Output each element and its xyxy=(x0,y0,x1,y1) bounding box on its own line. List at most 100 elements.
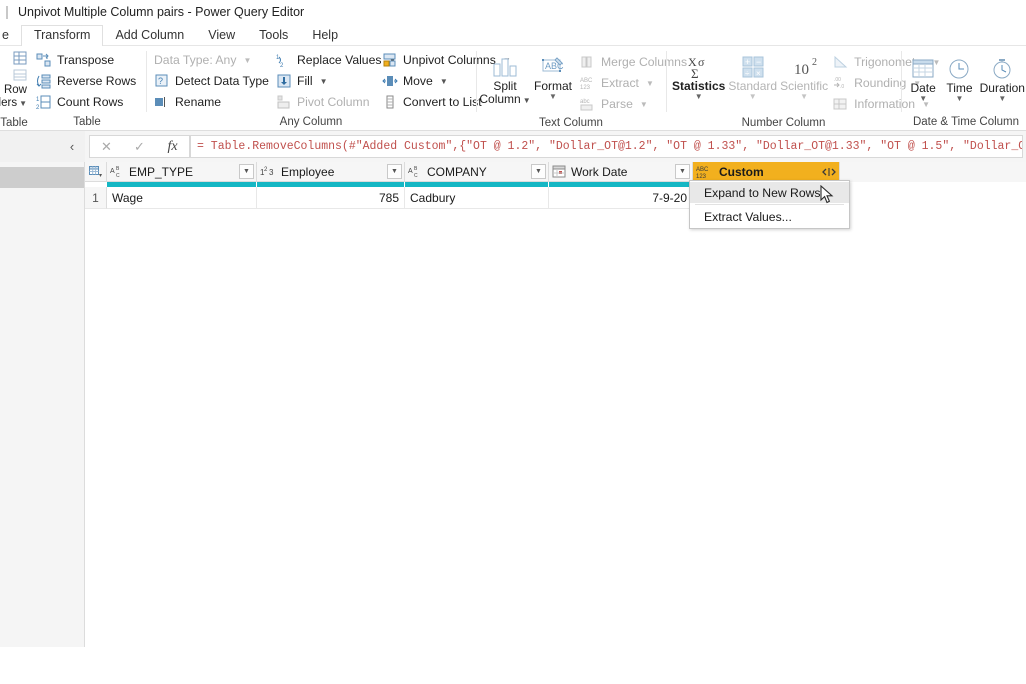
date-label: Date xyxy=(910,81,936,95)
table-grid-icon-2 xyxy=(11,67,27,83)
standard-button[interactable]: + − ÷ × Standard ▼ xyxy=(727,52,778,100)
column-filter-dropdown-employee[interactable]: ▼ xyxy=(387,164,402,179)
tab-tools[interactable]: Tools xyxy=(247,26,300,46)
format-button[interactable]: ABC Format ▼ xyxy=(533,52,573,100)
column-filter-dropdown-company[interactable]: ▼ xyxy=(531,164,546,179)
fill-button[interactable]: Fill ▼ xyxy=(273,71,377,91)
rename-label: Rename xyxy=(175,95,222,109)
table-corner-icon xyxy=(89,165,102,178)
svg-text:Σ: Σ xyxy=(691,66,699,80)
data-grid: A B C EMP_TYPE ▼ 1 2 3 Employee ▼ A B C … xyxy=(85,162,1026,647)
tab-help[interactable]: Help xyxy=(300,26,350,46)
cancel-icon[interactable]: ✕ xyxy=(90,136,123,157)
expand-column-context-menu: Expand to New Rows Extract Values... xyxy=(689,180,850,229)
move-button[interactable]: Move ▼ xyxy=(379,71,483,91)
tab-view[interactable]: View xyxy=(196,26,247,46)
count-rows-button[interactable]: 1 2 Count Rows xyxy=(33,92,142,112)
data-type-dropdown[interactable]: Data Type: Any ▼ xyxy=(151,50,271,70)
ribbon-group-any-column: Data Type: Any ▼ ? Detect Data Type Rena… xyxy=(146,46,511,130)
menu-item-extract-values[interactable]: Extract Values... xyxy=(690,206,849,227)
column-header-emp-type[interactable]: A B C EMP_TYPE ▼ xyxy=(107,162,257,182)
date-dropdown-arrow[interactable]: ▼ xyxy=(919,94,927,102)
ribbon-group-text-column: Split Column ▼ ABC Format ▼ Merge Column… xyxy=(476,46,687,130)
duration-label: Duration xyxy=(979,81,1025,95)
formula-input[interactable]: = Table.RemoveColumns(#"Added Custom",{"… xyxy=(190,135,1023,158)
time-button[interactable]: Time ▼ xyxy=(942,54,976,102)
standard-dropdown-arrow[interactable]: ▼ xyxy=(749,92,757,100)
cell-work-date[interactable]: 7-9-20 xyxy=(549,187,693,209)
cell-employee[interactable]: 785 xyxy=(257,187,405,209)
standard-icon: + − ÷ × xyxy=(740,54,766,80)
split-column-button[interactable]: Split Column ▼ xyxy=(479,52,531,107)
tab-add-column[interactable]: Add Column xyxy=(103,26,196,46)
table-row[interactable]: 1 Wage 785 Cadbury 7-9-20 xyxy=(85,187,1026,209)
ribbon-group-label-any-column: Any Column xyxy=(279,116,343,128)
statistics-dropdown-arrow[interactable]: ▼ xyxy=(695,92,703,100)
scientific-dropdown-arrow[interactable]: ▼ xyxy=(800,92,808,100)
reverse-rows-label: Reverse Rows xyxy=(57,74,137,88)
duration-button[interactable]: Duration ▼ xyxy=(979,54,1026,102)
cell-emp-type[interactable]: Wage xyxy=(107,187,257,209)
query-list-item-selected[interactable] xyxy=(0,167,84,188)
use-first-row-label-2[interactable]: lers ▼ xyxy=(0,97,27,109)
column-filter-dropdown-work-date[interactable]: ▼ xyxy=(675,164,690,179)
replace-values-button[interactable]: 1 2 Replace Values ▼ xyxy=(273,50,396,70)
ribbon: : Row lers ▼ Table Transpose Reverse Row… xyxy=(0,46,1026,131)
menu-item-expand-to-new-rows[interactable]: Expand to New Rows xyxy=(690,182,849,203)
tab-transform[interactable]: Transform xyxy=(20,25,104,46)
count-rows-label: Count Rows xyxy=(57,95,124,109)
column-header-employee[interactable]: 1 2 3 Employee ▼ xyxy=(257,162,405,182)
svg-text:×: × xyxy=(756,69,761,78)
parse-button[interactable]: abc Parse ▼ xyxy=(577,94,675,114)
split-column-label-2: Column ▼ xyxy=(479,91,531,106)
statistics-button[interactable]: X σ Σ Statistics ▼ xyxy=(671,52,726,100)
reverse-rows-button[interactable]: Reverse Rows xyxy=(33,71,142,91)
column-filter-dropdown-emp-type[interactable]: ▼ xyxy=(239,164,254,179)
cell-company[interactable]: Cadbury xyxy=(405,187,549,209)
column-header-work-date[interactable]: Work Date ▼ xyxy=(549,162,693,182)
svg-text:A: A xyxy=(110,168,115,175)
duration-dropdown-arrow[interactable]: ▼ xyxy=(998,94,1006,102)
svg-text:σ: σ xyxy=(698,55,705,69)
transpose-button[interactable]: Transpose xyxy=(33,50,142,70)
svg-text:÷: ÷ xyxy=(745,69,750,78)
extract-button[interactable]: ABC 123 Extract ▼ xyxy=(577,73,675,93)
expand-column-button[interactable] xyxy=(822,164,836,179)
svg-text:3: 3 xyxy=(269,168,274,177)
replace-values-icon: 1 2 xyxy=(276,52,292,68)
svg-text:123: 123 xyxy=(580,85,591,91)
merge-columns-button[interactable]: Merge Columns xyxy=(577,52,687,72)
checkmark-icon[interactable]: ✓ xyxy=(123,136,156,157)
time-label: Time xyxy=(946,81,973,95)
detect-data-type-button[interactable]: ? Detect Data Type xyxy=(151,71,271,91)
column-header-label: Custom xyxy=(719,164,764,179)
date-button[interactable]: Date ▼ xyxy=(906,54,940,102)
replace-values-label: Replace Values xyxy=(297,53,382,67)
date-icon xyxy=(910,56,936,82)
convert-to-list-button[interactable]: Convert to List xyxy=(379,92,483,112)
svg-text:1: 1 xyxy=(36,97,40,103)
column-header-company[interactable]: A B C COMPANY ▼ xyxy=(405,162,549,182)
pivot-column-button[interactable]: Pivot Column xyxy=(273,92,377,112)
rename-button[interactable]: Rename xyxy=(151,92,271,112)
information-icon xyxy=(833,96,849,112)
svg-text:B: B xyxy=(116,166,120,172)
fx-insert-step-icon[interactable]: fx xyxy=(156,136,189,157)
unpivot-columns-button[interactable]: Unpivot Columns▼ xyxy=(379,50,511,70)
grid-corner-button[interactable] xyxy=(85,162,107,182)
svg-text:C: C xyxy=(116,173,120,179)
expand-queries-pane-chevron[interactable]: ‹ xyxy=(65,139,85,154)
row-number: 1 xyxy=(85,187,107,209)
queries-pane[interactable] xyxy=(0,162,85,647)
transpose-label: Transpose xyxy=(57,53,115,67)
reverse-rows-icon xyxy=(36,73,52,89)
split-column-icon xyxy=(492,54,518,80)
scientific-button[interactable]: 10 2 Scientific ▼ xyxy=(779,52,829,100)
column-header-custom[interactable]: ABC 123 Custom xyxy=(693,162,840,182)
move-label: Move xyxy=(403,74,433,88)
tab-home[interactable]: e xyxy=(0,26,21,46)
use-first-row-label-1: : Row xyxy=(0,84,27,96)
rounding-icon: .00 .0 xyxy=(833,75,849,91)
format-dropdown-arrow[interactable]: ▼ xyxy=(549,92,557,100)
time-dropdown-arrow[interactable]: ▼ xyxy=(956,94,964,102)
